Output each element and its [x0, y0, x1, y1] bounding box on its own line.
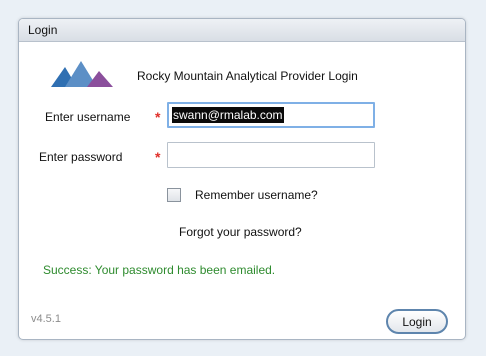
username-value: swann@rmalab.com: [172, 107, 284, 123]
password-input[interactable]: [167, 142, 375, 168]
login-dialog: Login Rocky Mountain Analytical Provider…: [18, 18, 466, 340]
username-required-mark: *: [155, 109, 161, 125]
password-required-mark: *: [155, 149, 161, 165]
mountain-logo-icon: [51, 61, 113, 87]
forgot-password-link[interactable]: Forgot your password?: [179, 225, 302, 239]
dialog-title: Login: [28, 23, 58, 37]
version-label: v4.5.1: [31, 313, 61, 325]
username-label: Enter username: [45, 110, 131, 124]
dialog-titlebar: Login: [19, 19, 465, 42]
status-message: Success: Your password has been emailed.: [43, 263, 276, 277]
login-button[interactable]: Login: [386, 309, 448, 334]
username-input[interactable]: swann@rmalab.com: [167, 102, 375, 128]
remember-username-checkbox[interactable]: [167, 188, 181, 202]
brand-title: Rocky Mountain Analytical Provider Login: [137, 69, 358, 83]
password-label: Enter password: [39, 150, 123, 164]
remember-username-label[interactable]: Remember username?: [195, 188, 318, 202]
